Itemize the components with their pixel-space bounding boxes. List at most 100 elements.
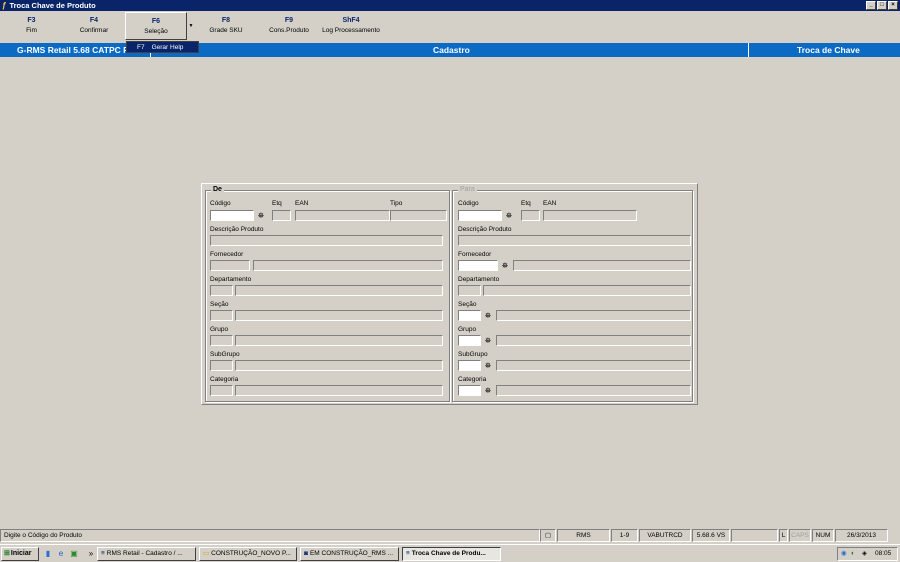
binoculars-icon[interactable]: ⛯	[255, 210, 267, 221]
subgrupo-label: SubGrupo	[458, 351, 488, 358]
function-toolbar: F3 Fim F4 Confirmar F6 Seleção ▼ F8 Grad…	[0, 12, 900, 41]
binoculars-icon[interactable]: ⛯	[482, 360, 494, 371]
para-ean-field	[543, 210, 637, 221]
security-icon[interactable]: ◐	[851, 548, 855, 560]
system-tray: ◉ ◐ ◈ 08:05	[837, 547, 898, 561]
document-icon: ▢	[540, 529, 556, 542]
de-grupo-name-field	[235, 335, 443, 346]
status-empty	[731, 529, 778, 542]
windows-taskbar: ⊞Iniciar ▮ e ▣ » ≡ RMS Retail - Cadastro …	[0, 544, 900, 562]
ean-label: EAN	[295, 200, 309, 207]
function-name: Troca de Chave	[797, 45, 860, 55]
clock: 08:05	[875, 550, 892, 557]
de-secao-name-field	[235, 310, 443, 321]
gerar-help-menu-item[interactable]: F7 Gerar Help	[126, 41, 199, 53]
para-etq-field	[521, 210, 540, 221]
grade-sku-button[interactable]: F8 Grade SKU	[196, 12, 256, 40]
codigo-label: Código	[210, 200, 231, 207]
key-icon: ƒ	[2, 1, 7, 10]
secao-label: Seção	[210, 301, 229, 308]
de-descricao-field	[210, 235, 443, 246]
de-departamento-name-field	[235, 285, 443, 296]
word-doc-icon: ◙	[304, 550, 308, 557]
para-secao-name-field	[496, 310, 691, 321]
status-user: RMS	[557, 529, 610, 542]
window-controls: _ □ ×	[866, 1, 898, 10]
selecao-button[interactable]: F6 Seleção	[125, 12, 187, 40]
de-subgrupo-code-field	[210, 360, 233, 371]
para-fornecedor-input[interactable]	[458, 260, 498, 271]
minimize-button[interactable]: _	[866, 1, 876, 10]
de-group-title: De	[211, 186, 224, 193]
binoculars-icon[interactable]: ⛯	[482, 385, 494, 396]
task-em-construcao-rms[interactable]: ◙ EM CONSTRUÇÃO_RMS ...	[300, 547, 399, 561]
binoculars-icon[interactable]: ⛯	[482, 335, 494, 346]
rms-app-icon: ≡	[406, 550, 410, 557]
para-codigo-input[interactable]	[458, 210, 502, 221]
taskbar-more-button[interactable]: »	[86, 548, 96, 559]
status-program: VABUTRCD	[639, 529, 691, 542]
para-categoria-input[interactable]	[458, 385, 481, 396]
categoria-label: Categoria	[458, 376, 487, 383]
confirmar-button[interactable]: F4 Confirmar	[63, 12, 125, 40]
codigo-label: Código	[458, 200, 479, 207]
close-button[interactable]: ×	[888, 1, 898, 10]
status-caps: CAPS	[789, 529, 811, 542]
tipo-label: Tipo	[390, 200, 403, 207]
task-construcao-novo[interactable]: ▭ CONSTRUÇÃO_NOVO P...	[199, 547, 297, 561]
module-name: Cadastro	[433, 45, 470, 55]
network-icon[interactable]: ◉	[841, 548, 847, 560]
etq-label: Etq	[521, 200, 531, 207]
maximize-button[interactable]: □	[877, 1, 887, 10]
de-categoria-code-field	[210, 385, 233, 396]
ean-label: EAN	[543, 200, 557, 207]
de-fornecedor-name-field	[253, 260, 443, 271]
window-title: Troca Chave de Produto	[9, 1, 96, 10]
status-bar: Digite o Código do Produto ▢ RMS 1-9 VAB…	[0, 529, 900, 542]
para-grupo-name-field	[496, 335, 691, 346]
cons-produto-button[interactable]: F9 Cons.Produto	[258, 12, 320, 40]
departamento-label: Departamento	[458, 276, 500, 283]
quicklaunch-browser-icon[interactable]: e	[56, 548, 66, 559]
start-button[interactable]: ⊞Iniciar	[1, 547, 39, 561]
de-categoria-name-field	[235, 385, 443, 396]
volume-icon[interactable]: ◈	[862, 548, 867, 560]
task-rms-retail-cadastro[interactable]: ≡ RMS Retail - Cadastro / ...	[97, 547, 196, 561]
de-grupo-code-field	[210, 335, 233, 346]
para-secao-input[interactable]	[458, 310, 481, 321]
para-grupo-input[interactable]	[458, 335, 481, 346]
subgrupo-label: SubGrupo	[210, 351, 240, 358]
binoculars-icon[interactable]: ⛯	[503, 210, 515, 221]
de-etq-field	[272, 210, 291, 221]
log-processamento-button[interactable]: ShF4 Log Processamento	[318, 12, 384, 40]
descricao-label: Descrição Produto	[458, 226, 512, 233]
para-group-title: Para	[458, 186, 477, 193]
descricao-label: Descrição Produto	[210, 226, 264, 233]
para-departamento-name-field	[483, 285, 691, 296]
task-troca-chave-produto[interactable]: ≡ Troca Chave de Produ...	[402, 547, 501, 561]
secao-label: Seção	[458, 301, 477, 308]
status-version: 5.68.6 VS	[692, 529, 730, 542]
grupo-label: Grupo	[458, 326, 477, 333]
de-departamento-code-field	[210, 285, 233, 296]
windows-logo-icon: ⊞	[4, 550, 10, 557]
de-secao-code-field	[210, 310, 233, 321]
para-subgrupo-name-field	[496, 360, 691, 371]
fim-button[interactable]: F3 Fim	[0, 12, 63, 40]
divider	[748, 43, 749, 57]
chevron-down-icon[interactable]: ▼	[187, 12, 195, 40]
status-l: L	[779, 529, 788, 542]
etq-label: Etq	[272, 200, 282, 207]
de-group: De Código Etq EAN Tipo ⛯ Descrição Produ…	[205, 186, 450, 402]
de-subgrupo-name-field	[235, 360, 443, 371]
de-fornecedor-code-field	[210, 260, 250, 271]
quicklaunch-folder-icon[interactable]: ▮	[43, 548, 53, 559]
categoria-label: Categoria	[210, 376, 239, 383]
para-subgrupo-input[interactable]	[458, 360, 481, 371]
de-codigo-input[interactable]	[210, 210, 254, 221]
binoculars-icon[interactable]: ⛯	[482, 310, 494, 321]
system-name: G-RMS Retail 5.68 CATPC R	[17, 45, 130, 55]
binoculars-icon[interactable]: ⛯	[499, 260, 511, 271]
quicklaunch-desktop-icon[interactable]: ▣	[69, 548, 79, 559]
status-date: 26/3/2013	[835, 529, 888, 542]
